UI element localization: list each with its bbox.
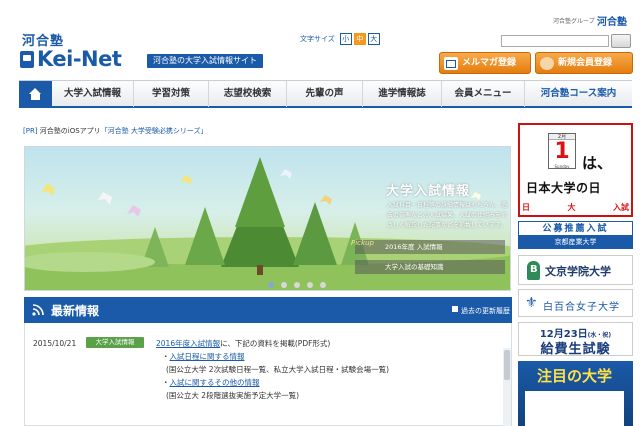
nav-item-admissions[interactable]: 大学入試情報 — [52, 81, 134, 107]
ad-scholarship-exam[interactable]: 12月23日(水・祝) 給費生試験 — [518, 322, 633, 357]
site-header: 河合塾 Kei-Net 河合塾の大学入試情報サイト 文字サイズ 小 中 大 河合… — [0, 0, 640, 78]
news-list: 2015/10/21 大学入試情報 2016年度入試情報に、下記の資料を掲載(P… — [24, 323, 512, 426]
font-size-large-button[interactable]: 大 — [367, 33, 380, 45]
ad6-title: 注目の大学 — [536, 367, 612, 385]
news-scrollbar[interactable] — [503, 348, 511, 426]
calendar-weekday: Sunday — [554, 164, 570, 169]
news-headline-link[interactable]: 2016年度入試情報 — [156, 339, 220, 348]
calendar-icon: 2月 1 Sunday — [548, 133, 576, 169]
newsletter-signup-label: メルマガ登録 — [462, 58, 517, 68]
news-sub-desc-schedule: (国公立大学 2次試験日程一覧、私立大学入試日程・試験会場一覧) — [166, 365, 390, 374]
pr-text: 河合塾のiOSアプリ — [39, 127, 101, 135]
news-date: 2015/10/21 — [33, 339, 77, 348]
news-item: 2016年度入試情報に、下記の資料を掲載(PDF形式) ・入試日程に関する情報 … — [156, 337, 496, 402]
ad2-subtitle: 京都産業大学 — [519, 236, 632, 248]
ad1-footer-word: 大 — [567, 203, 576, 212]
search-input[interactable] — [501, 35, 609, 47]
scroll-thumb[interactable] — [504, 350, 510, 380]
people-icon — [540, 57, 554, 70]
past-updates-link[interactable]: 過去の更新履歴 — [461, 306, 510, 316]
site-tagline: 河合塾の大学入試情報サイト — [147, 54, 263, 68]
hero-banner[interactable]: 大学入試情報 入試科目・日程等の詳細情報はもちろん、過去の倍率などの入試結果、入… — [24, 146, 511, 291]
carousel-dot[interactable] — [281, 282, 287, 288]
group-label: 河合塾グループ — [553, 18, 595, 25]
search-button[interactable] — [611, 34, 631, 48]
nav-home-button[interactable] — [19, 81, 52, 107]
news-sub-desc-other: (国公立大 2段階選抜実施予定大学一覧) — [166, 391, 300, 400]
ad1-footer-word: 日 — [522, 203, 530, 212]
rss-icon[interactable] — [32, 304, 44, 316]
carousel-dot[interactable] — [307, 282, 313, 288]
home-icon — [29, 88, 42, 100]
font-size-label: 文字サイズ — [300, 35, 335, 43]
hero-link-basics[interactable]: 大学入試の基礎知識 — [355, 260, 505, 274]
ad2-title: 公募推薦入試 — [519, 222, 632, 236]
pickup-label: Pickup — [351, 239, 374, 247]
nav-item-member-menu[interactable]: 会員メニュー — [442, 81, 525, 107]
news-sub-link-schedule[interactable]: 入試日程に関する情報 — [170, 352, 245, 361]
mail-icon — [444, 57, 458, 70]
hero-title: 大学入試情報 — [386, 184, 471, 199]
ad4-text: 白百合女子大学 — [543, 302, 620, 313]
carousel-dot[interactable] — [320, 282, 326, 288]
carousel-dot[interactable] — [294, 282, 300, 288]
font-size-switcher: 文字サイズ 小 中 大 — [300, 33, 380, 45]
pr-line: [PR] 河合塾のiOSアプリ「河合塾 大学受験必携シリーズ」 — [23, 126, 208, 136]
pr-tag: [PR] — [23, 127, 38, 135]
ad-kyoto-sangyo[interactable]: 公募推薦入試 京都産業大学 — [518, 221, 633, 249]
ad1-headline: 日本大学の日 — [526, 181, 602, 195]
font-size-medium-button[interactable]: 中 — [353, 33, 366, 45]
nav-item-school-search[interactable]: 志望校検索 — [209, 81, 287, 107]
news-category-badge: 大学入試情報 — [86, 337, 144, 348]
global-nav: 大学入試情報 学習対策 志望校検索 先輩の声 進学情報誌 会員メニュー 河合塾コ… — [19, 80, 632, 108]
nav-item-magazine[interactable]: 進学情報誌 — [363, 81, 442, 107]
arrow-icon — [452, 306, 458, 312]
ad5-main: 給費生試験 — [540, 342, 611, 357]
group-logo[interactable]: 河合塾 — [597, 13, 627, 28]
ad-bunkyo-gakuin[interactable]: 文京学院大学 — [518, 255, 633, 285]
ad3-text: 文京学院大学 — [545, 265, 611, 278]
bunkyo-logo-icon — [527, 261, 540, 280]
ad1-ha: は、 — [582, 154, 613, 172]
news-headline-text: に、下記の資料を掲載(PDF形式) — [220, 339, 331, 348]
news-title: 最新情報 — [51, 304, 100, 318]
keinet-logo[interactable]: Kei-Net — [20, 47, 122, 71]
keinet-logo-text: Kei-Net — [37, 47, 122, 71]
ad6-image — [525, 391, 624, 426]
pr-link[interactable]: 「河合塾 大学受験必携シリーズ」 — [101, 127, 208, 135]
carousel-dots — [268, 282, 326, 288]
nav-item-courses[interactable]: 河合塾コース案内 — [525, 81, 632, 107]
hero-link-2016-admissions[interactable]: 2016年度 入試情報 — [355, 240, 505, 254]
newsletter-signup-button[interactable]: メルマガ登録 — [439, 52, 531, 74]
book-icon — [20, 51, 34, 68]
carousel-dot[interactable] — [268, 282, 274, 288]
news-header: 最新情報 過去の更新履歴 — [24, 297, 512, 323]
ad-nihon-university[interactable]: 2月 1 Sunday は、 日本大学の日 日 大 入試 — [518, 123, 633, 217]
hero-description: 入試科目・日程等の詳細情報はもちろん、過去の倍率などの入試結果、入試の仕組みをや… — [387, 202, 508, 229]
ad1-footer-word: 入試 — [613, 203, 629, 212]
news-sub-link-other[interactable]: 入試に関するその他の情報 — [170, 378, 260, 387]
member-register-label: 新規会員登録 — [558, 58, 613, 68]
ad1-footer: 日 大 入試 — [522, 202, 629, 214]
nav-item-senpai[interactable]: 先輩の声 — [287, 81, 363, 107]
ad-shirayuri[interactable]: ⚜ 白百合女子大学 — [518, 289, 633, 317]
lily-icon: ⚜ — [525, 295, 538, 311]
member-register-button[interactable]: 新規会員登録 — [535, 52, 633, 74]
calendar-day: 1 — [554, 139, 570, 164]
font-size-small-button[interactable]: 小 — [339, 33, 352, 45]
nav-item-study[interactable]: 学習対策 — [134, 81, 209, 107]
ad-featured-universities[interactable]: 注目の大学 — [518, 361, 633, 426]
